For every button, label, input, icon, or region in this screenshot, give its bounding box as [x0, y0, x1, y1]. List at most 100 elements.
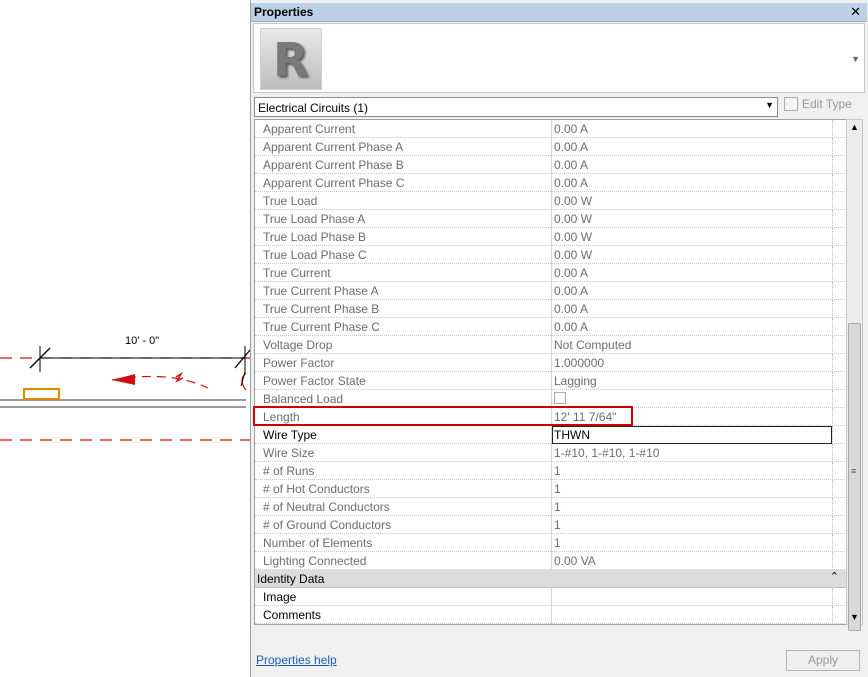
param-row[interactable]: Power Factor 1.000000: [255, 354, 846, 372]
param-row[interactable]: True Current Phase B 0.00 A: [255, 300, 846, 318]
column-divider: [551, 120, 552, 138]
lightning-bolt-icon: [175, 371, 184, 383]
properties-help-link[interactable]: Properties help: [256, 653, 337, 667]
column-divider: [551, 462, 552, 480]
param-row[interactable]: Wire Type THWN: [255, 426, 846, 444]
column-divider: [551, 174, 552, 192]
row-end-divider: [832, 408, 833, 426]
row-end-divider: [832, 192, 833, 210]
group-title: Identity Data: [257, 572, 325, 586]
param-row[interactable]: # of Runs 1: [255, 462, 846, 480]
length-row-highlight: [253, 406, 633, 426]
param-row[interactable]: True Load 0.00 W: [255, 192, 846, 210]
scroll-grip-icon: ≡: [851, 466, 857, 476]
row-end-divider: [832, 354, 833, 372]
param-row[interactable]: Lighting Connected 0.00 VA: [255, 552, 846, 570]
dimension-label: 10' - 0": [125, 335, 160, 347]
param-name: True Current Phase B: [263, 302, 380, 316]
chevron-down-icon[interactable]: ▼: [765, 100, 774, 110]
param-row[interactable]: Comments: [255, 606, 846, 624]
param-name: # of Runs: [263, 464, 315, 478]
param-value: Lagging: [554, 374, 597, 388]
column-divider: [551, 318, 552, 336]
param-row[interactable]: True Current 0.00 A: [255, 264, 846, 282]
param-value: 0.00 W: [554, 248, 593, 262]
param-row[interactable]: Power Factor State Lagging: [255, 372, 846, 390]
column-divider: [551, 300, 552, 318]
group-header-identity-data[interactable]: Identity Data ⌃: [255, 570, 846, 588]
param-row[interactable]: Image: [255, 588, 846, 606]
revit-logo: R: [260, 28, 322, 90]
param-value: 1: [554, 536, 561, 550]
edit-type-button[interactable]: Edit Type: [784, 97, 852, 111]
row-end-divider: [832, 390, 833, 408]
row-end-divider: [832, 444, 833, 462]
row-end-divider: [832, 462, 833, 480]
row-end-divider: [832, 228, 833, 246]
balanced-load-checkbox[interactable]: [554, 392, 566, 404]
param-row[interactable]: Apparent Current Phase C 0.00 A: [255, 174, 846, 192]
column-divider: [551, 228, 552, 246]
param-value: THWN: [554, 428, 590, 442]
scroll-up-icon[interactable]: ▲: [850, 122, 859, 132]
param-row[interactable]: Apparent Current Phase A 0.00 A: [255, 138, 846, 156]
param-value: 1: [554, 518, 561, 532]
param-row[interactable]: Apparent Current 0.00 A: [255, 120, 846, 138]
row-end-divider: [832, 498, 833, 516]
param-row[interactable]: Number of Elements 1: [255, 534, 846, 552]
electrical-device[interactable]: [23, 388, 60, 400]
param-name: Image: [263, 590, 297, 604]
row-end-divider: [832, 156, 833, 174]
edit-type-icon: [784, 97, 798, 111]
row-end-divider: [832, 246, 833, 264]
param-row[interactable]: # of Neutral Conductors 1: [255, 498, 846, 516]
properties-grid: Apparent Current 0.00 A Apparent Current P…: [254, 119, 846, 625]
column-divider: [551, 534, 552, 552]
row-end-divider: [832, 210, 833, 228]
scroll-thumb[interactable]: ≡: [848, 323, 861, 631]
row-end-divider: [832, 336, 833, 354]
param-name: Power Factor State: [263, 374, 366, 388]
column-divider: [551, 264, 552, 282]
param-value: 0.00 A: [554, 266, 589, 280]
apply-button[interactable]: Apply: [786, 650, 860, 671]
properties-panel: Properties ✕ R ▼ Electrical Circuits (1)…: [250, 0, 868, 677]
param-name: # of Neutral Conductors: [263, 500, 390, 514]
properties-scrollbar[interactable]: ▲ ≡ ▼: [846, 119, 863, 631]
param-value: 0.00 A: [554, 158, 589, 172]
param-row[interactable]: True Current Phase C 0.00 A: [255, 318, 846, 336]
column-divider: [551, 138, 552, 156]
column-divider: [551, 552, 552, 570]
param-row[interactable]: # of Ground Conductors 1: [255, 516, 846, 534]
row-end-divider: [832, 138, 833, 156]
param-row[interactable]: True Load Phase A 0.00 W: [255, 210, 846, 228]
collapse-icon[interactable]: ⌃: [830, 570, 839, 583]
close-icon[interactable]: ✕: [850, 3, 861, 21]
param-value: 0.00 A: [554, 320, 589, 334]
column-divider: [551, 336, 552, 354]
type-selector[interactable]: Electrical Circuits (1) ▼: [254, 97, 778, 117]
param-row[interactable]: # of Hot Conductors 1: [255, 480, 846, 498]
param-name: True Current Phase A: [263, 284, 379, 298]
param-name: Apparent Current Phase A: [263, 140, 404, 154]
preview-dropdown-icon[interactable]: ▼: [851, 54, 860, 64]
panel-title: Properties: [254, 5, 314, 19]
scroll-down-icon[interactable]: ▼: [850, 612, 859, 622]
wire-type-input[interactable]: [552, 426, 832, 444]
param-name: # of Ground Conductors: [263, 518, 392, 532]
column-divider: [551, 372, 552, 390]
param-row[interactable]: Voltage Drop Not Computed: [255, 336, 846, 354]
row-end-divider: [832, 426, 833, 444]
param-row[interactable]: Wire Size 1-#10, 1-#10, 1-#10: [255, 444, 846, 462]
column-divider: [551, 444, 552, 462]
param-row[interactable]: True Load Phase C 0.00 W: [255, 246, 846, 264]
param-row[interactable]: True Load Phase B 0.00 W: [255, 228, 846, 246]
row-end-divider: [832, 534, 833, 552]
param-row[interactable]: True Current Phase A 0.00 A: [255, 282, 846, 300]
panel-titlebar[interactable]: Properties ✕: [251, 3, 867, 22]
row-end-divider: [832, 516, 833, 534]
column-divider: [551, 246, 552, 264]
param-row[interactable]: Apparent Current Phase B 0.00 A: [255, 156, 846, 174]
param-name: True Load Phase A: [263, 212, 366, 226]
param-value: 0.00 VA: [554, 554, 596, 568]
